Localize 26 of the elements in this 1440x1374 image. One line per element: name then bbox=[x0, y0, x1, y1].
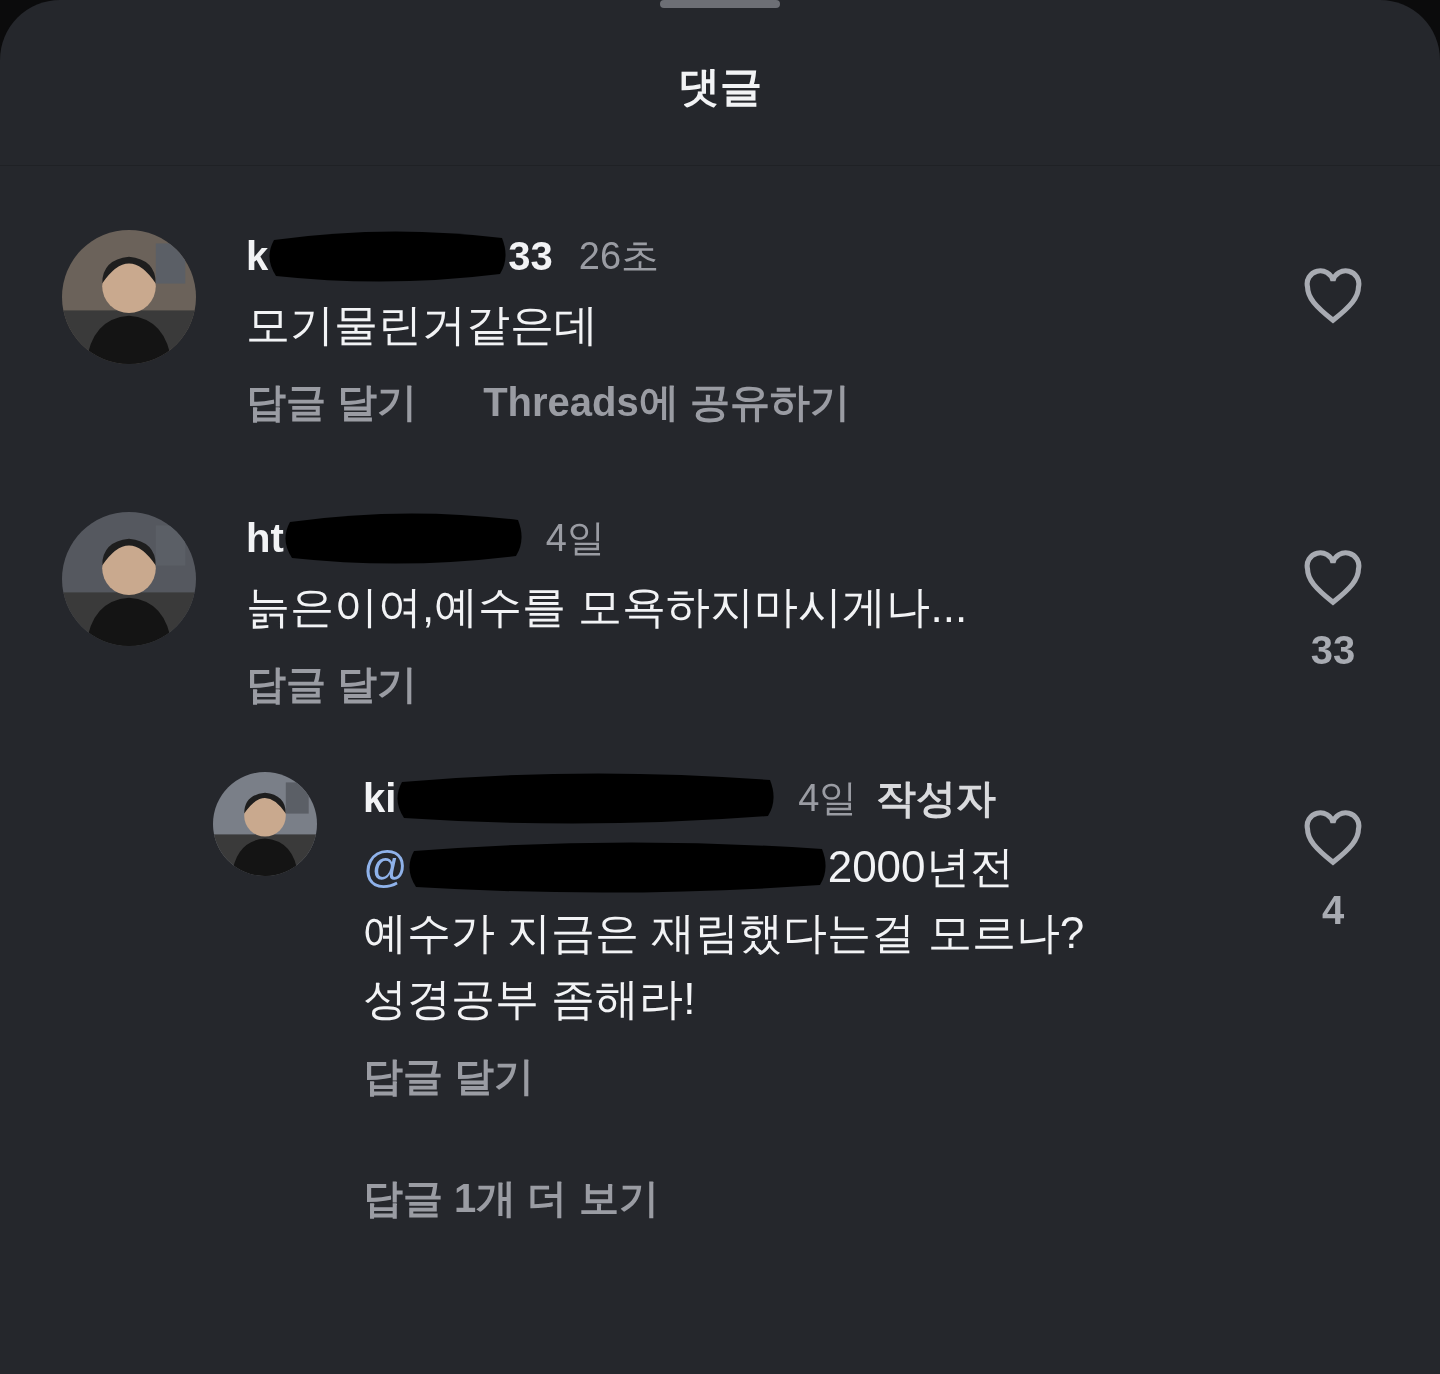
reply-action[interactable]: 답글 달기 bbox=[246, 372, 418, 432]
author-label: 작성자 bbox=[875, 775, 996, 822]
comment-text: 예수가 지금은 재림했다는걸 모르나? bbox=[363, 907, 1086, 959]
view-more-replies[interactable]: 답글 1개 더 보기 bbox=[363, 1168, 659, 1228]
timestamp: 4일 bbox=[545, 515, 605, 561]
reply-action[interactable]: 답글 달기 bbox=[363, 1046, 535, 1106]
mention-link[interactable]: @ bbox=[363, 834, 408, 900]
comment-text: 2000년전 bbox=[827, 841, 1014, 893]
like-count: 33 bbox=[1310, 627, 1356, 674]
timestamp: 4일 bbox=[798, 775, 858, 821]
username[interactable]: ht bbox=[246, 508, 284, 568]
heart-icon[interactable] bbox=[1302, 268, 1364, 324]
like-count: 4 bbox=[1321, 887, 1345, 934]
timestamp: 26초 bbox=[578, 233, 660, 279]
comment-text: 늙은이여,예수를 모욕하지마시게나... bbox=[246, 581, 969, 633]
heart-icon[interactable] bbox=[1302, 810, 1364, 866]
comment-text: 성경공부 좀해라! bbox=[363, 973, 697, 1025]
heart-icon[interactable] bbox=[1302, 550, 1364, 606]
username[interactable]: 33 bbox=[508, 226, 553, 286]
reply-action[interactable]: 답글 달기 bbox=[246, 654, 418, 714]
username[interactable]: k bbox=[246, 226, 269, 286]
username[interactable]: ki bbox=[363, 768, 397, 828]
sheet-title: 댓글 bbox=[678, 62, 762, 112]
drag-handle[interactable] bbox=[660, 0, 780, 8]
comment-text: 모기물린거같은데 bbox=[246, 299, 599, 351]
reply-action[interactable]: Threads에 공유하기 bbox=[483, 372, 850, 432]
